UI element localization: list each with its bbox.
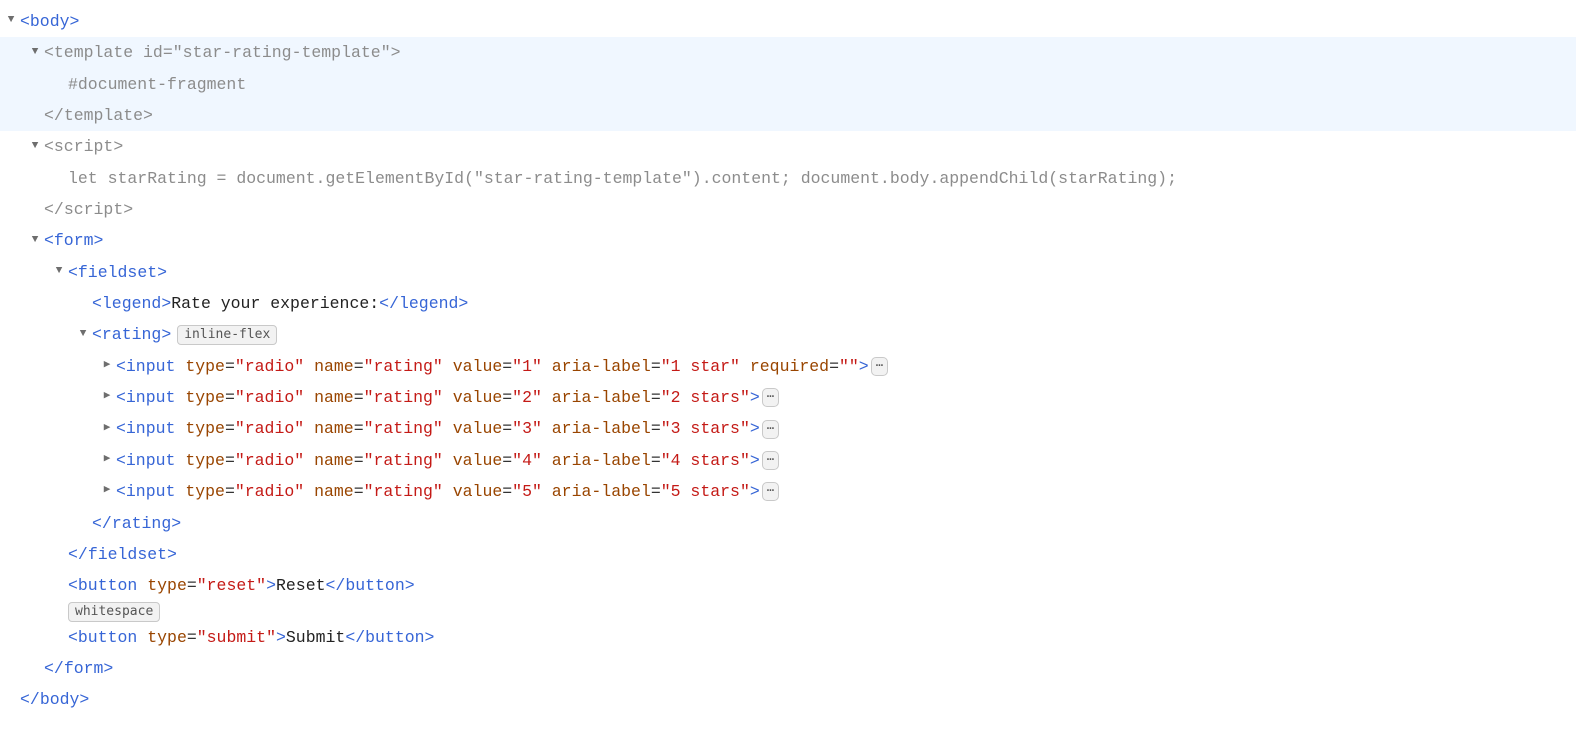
collapse-arrow-icon[interactable]: ▶: [100, 386, 114, 407]
node-input-5[interactable]: ▶ <input type="radio" name="rating" valu…: [0, 476, 1576, 507]
dom-tree: ▼ <body> ▼ <template id="star-rating-tem…: [0, 0, 1576, 716]
ellipsis-expand-icon[interactable]: ⋯: [871, 357, 889, 376]
node-document-fragment[interactable]: #document-fragment: [0, 69, 1576, 100]
node-fieldset-open[interactable]: ▼ <fieldset>: [0, 257, 1576, 288]
layout-badge-inline-flex[interactable]: inline-flex: [177, 325, 277, 345]
node-body-close[interactable]: </body>: [0, 684, 1576, 715]
collapse-arrow-icon[interactable]: ▶: [100, 480, 114, 501]
collapse-arrow-icon[interactable]: ▶: [100, 449, 114, 470]
node-form-open[interactable]: ▼ <form>: [0, 225, 1576, 256]
collapse-arrow-icon[interactable]: ▶: [100, 418, 114, 439]
node-whitespace[interactable]: whitespace: [0, 602, 1576, 622]
expand-arrow-icon[interactable]: ▼: [28, 42, 42, 63]
node-button-submit[interactable]: <button type="submit">Submit</button>: [0, 622, 1576, 653]
node-rating-close[interactable]: </rating>: [0, 508, 1576, 539]
node-script-open[interactable]: ▼ <script>: [0, 131, 1576, 162]
expand-arrow-icon[interactable]: ▼: [28, 230, 42, 251]
expand-arrow-icon[interactable]: ▼: [28, 136, 42, 157]
node-fieldset-close[interactable]: </fieldset>: [0, 539, 1576, 570]
node-form-close[interactable]: </form>: [0, 653, 1576, 684]
node-input-3[interactable]: ▶ <input type="radio" name="rating" valu…: [0, 413, 1576, 444]
node-body-open[interactable]: ▼ <body>: [0, 6, 1576, 37]
node-template-close[interactable]: </template>: [0, 100, 1576, 131]
node-rating-open[interactable]: ▼ <rating> inline-flex: [0, 319, 1576, 350]
node-legend[interactable]: <legend>Rate your experience:</legend>: [0, 288, 1576, 319]
node-button-reset[interactable]: <button type="reset">Reset</button>: [0, 570, 1576, 601]
ellipsis-expand-icon[interactable]: ⋯: [762, 482, 780, 501]
whitespace-badge[interactable]: whitespace: [68, 602, 160, 622]
node-script-content[interactable]: let starRating = document.getElementById…: [0, 163, 1576, 194]
expand-arrow-icon[interactable]: ▼: [4, 10, 18, 31]
node-input-1[interactable]: ▶ <input type="radio" name="rating" valu…: [0, 351, 1576, 382]
node-template-open[interactable]: ▼ <template id="star-rating-template">: [0, 37, 1576, 68]
expand-arrow-icon[interactable]: ▼: [76, 324, 90, 345]
ellipsis-expand-icon[interactable]: ⋯: [762, 388, 780, 407]
node-input-4[interactable]: ▶ <input type="radio" name="rating" valu…: [0, 445, 1576, 476]
node-input-2[interactable]: ▶ <input type="radio" name="rating" valu…: [0, 382, 1576, 413]
expand-arrow-icon[interactable]: ▼: [52, 261, 66, 282]
node-script-close[interactable]: </script>: [0, 194, 1576, 225]
ellipsis-expand-icon[interactable]: ⋯: [762, 420, 780, 439]
collapse-arrow-icon[interactable]: ▶: [100, 355, 114, 376]
ellipsis-expand-icon[interactable]: ⋯: [762, 451, 780, 470]
